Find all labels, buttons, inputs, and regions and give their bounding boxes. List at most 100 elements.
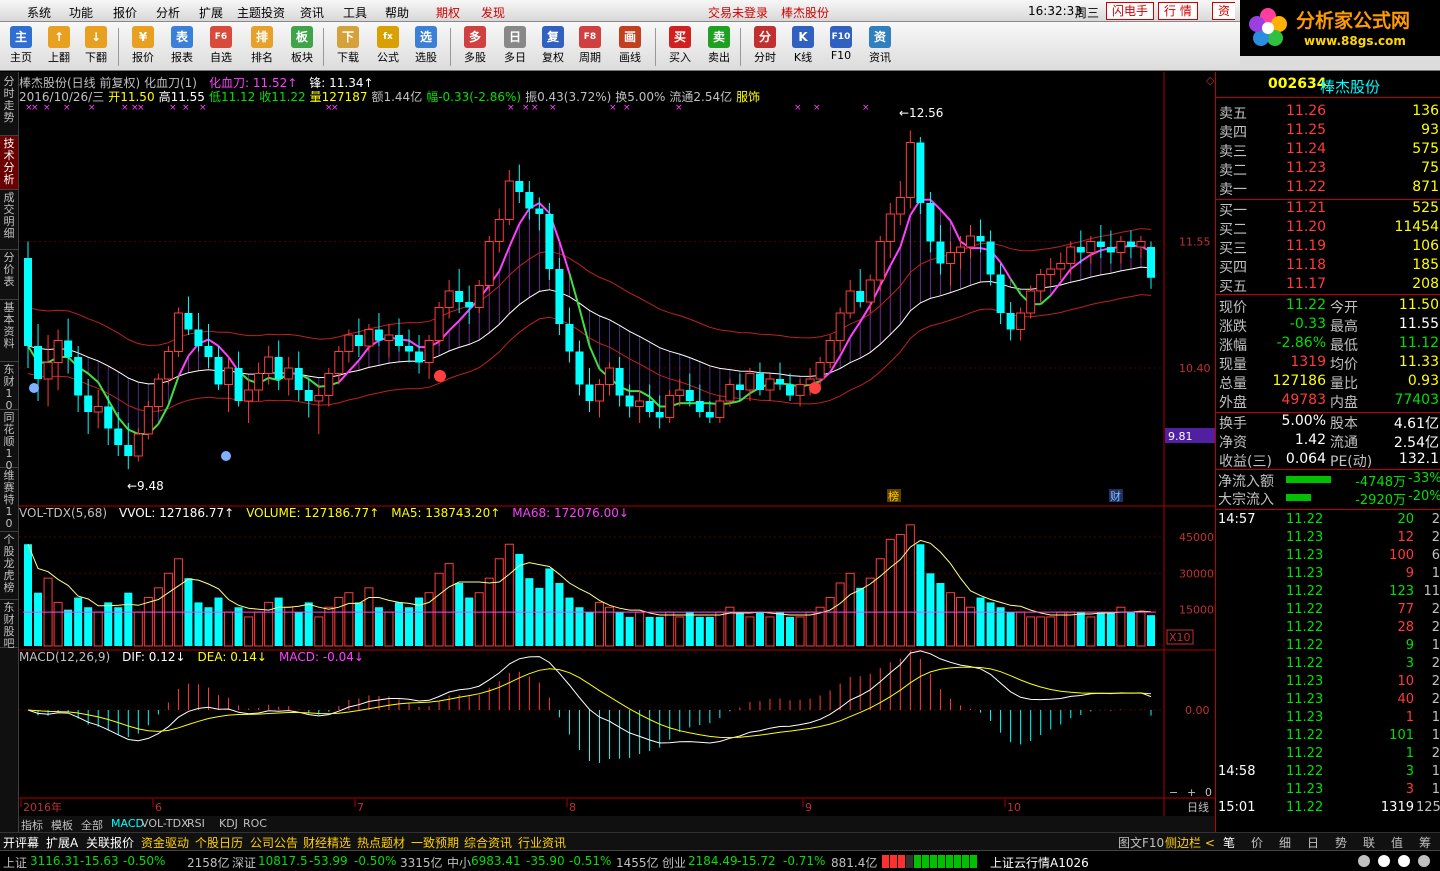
info-tab-8[interactable]: 一致预期 xyxy=(411,834,459,851)
toolbar-button-19[interactable]: K K线 xyxy=(784,24,822,69)
left-tab-9[interactable]: 东财股吧 xyxy=(0,600,18,650)
toolbar-button-15[interactable]: 画画线 xyxy=(611,24,649,69)
toolbar-button-0[interactable]: 主主页 xyxy=(2,24,40,69)
panel-tab-0[interactable]: 笔 xyxy=(1223,834,1235,851)
flash-trade-button[interactable]: 闪电手 xyxy=(1106,2,1155,20)
left-tab-5[interactable]: 东财10 xyxy=(0,362,18,412)
kline-chart[interactable]: ×× × × × × ×× × × × ×× × × × × × × × × × × ←12.56←9.48榜 财11.5… xyxy=(19,72,1215,816)
toolbar-button-18[interactable]: 分分时 xyxy=(746,24,784,69)
period-label[interactable]: 日线 xyxy=(1187,800,1209,814)
info-tab-4[interactable]: 个股日历 xyxy=(195,834,243,851)
toolbar-button-5[interactable]: F6 自选 xyxy=(202,24,240,69)
panel-tab-6[interactable]: 值 xyxy=(1391,834,1403,851)
left-tab-6[interactable]: 同花顺10 xyxy=(0,410,18,472)
toolbar-button-9[interactable]: fx 公式 xyxy=(369,24,407,69)
left-tab-0[interactable]: 分时走势 xyxy=(0,74,18,136)
f10-link[interactable]: 图文F10 xyxy=(1118,834,1164,851)
toolbar-button-2[interactable]: ↓ 下翻 xyxy=(77,24,115,69)
panel-tab-1[interactable]: 价 xyxy=(1251,834,1263,851)
menu-news[interactable]: 资讯 xyxy=(300,4,324,21)
left-tab-2[interactable]: 成交明细 xyxy=(0,190,18,250)
panel-tab-4[interactable]: 势 xyxy=(1335,834,1347,851)
left-tab-1[interactable]: 技术分析 xyxy=(0,136,18,190)
diamond-icon[interactable]: ◇ xyxy=(1206,74,1215,87)
indicator-tab-2[interactable]: 全部 xyxy=(81,817,103,833)
chart-area[interactable]: × × × × × × × × × × × × × × × × × × × × × × × ←12.56 ←9.48 榜财 11.5… xyxy=(19,72,1215,820)
panel-tab-2[interactable]: 细 xyxy=(1279,834,1291,851)
signal-mark: × xyxy=(862,103,870,113)
toolbar-button-13[interactable]: 复复权 xyxy=(534,24,572,69)
toolbar-button-6[interactable]: 排排名 xyxy=(243,24,281,69)
index-pct: -0.71% xyxy=(783,854,826,868)
menu-discover[interactable]: 发现 xyxy=(481,4,505,21)
stat-label: 现价 xyxy=(1219,300,1247,316)
zoom-control-1[interactable]: + xyxy=(1187,786,1196,799)
zoom-control-2[interactable]: 0 xyxy=(1205,786,1212,799)
stat-value: 11.50 xyxy=(1398,297,1439,313)
bid-price: 11.18 xyxy=(1286,257,1327,273)
news-button[interactable]: 资 xyxy=(1212,2,1236,20)
status-icon-0[interactable] xyxy=(1358,855,1370,867)
menu-theme-invest[interactable]: 主题投资 xyxy=(237,4,285,21)
left-tab-4[interactable]: 基本资料 xyxy=(0,300,18,362)
menu-quote[interactable]: 报价 xyxy=(113,4,137,21)
toolbar-button-14[interactable]: F8 周期 xyxy=(571,24,609,69)
zoom-control-0[interactable]: − xyxy=(1169,786,1178,799)
volume-bar xyxy=(173,558,183,647)
flow-bar xyxy=(1286,494,1311,501)
info-tab-3[interactable]: 资金驱动 xyxy=(141,834,189,851)
toolbar-label: 画线 xyxy=(619,51,641,64)
left-tab-8[interactable]: 个股龙虎榜 xyxy=(0,532,18,600)
quote-button[interactable]: 行 情 xyxy=(1158,2,1198,20)
toolbar-button-4[interactable]: 表报表 xyxy=(163,24,201,69)
volume-bar xyxy=(133,611,143,647)
panel-tab-7[interactable]: 筹 xyxy=(1419,834,1431,851)
left-tab-3[interactable]: 分价表 xyxy=(0,250,18,300)
sidebar-toggle[interactable]: 侧边栏 < xyxy=(1165,834,1215,851)
toolbar-button-7[interactable]: 板板块 xyxy=(283,24,321,69)
indicator-tab-5[interactable]: RSI xyxy=(187,817,205,830)
candle xyxy=(163,351,173,380)
cloud-quote-label: 上证云行情A1026 xyxy=(990,856,1089,870)
menu-options[interactable]: 期权 xyxy=(436,4,460,21)
indicator-tab-6[interactable]: KDJ xyxy=(219,817,238,830)
toolbar-button-17[interactable]: 卖卖出 xyxy=(700,24,738,69)
toolbar-button-12[interactable]: 日多日 xyxy=(496,24,534,69)
indicator-tab-1[interactable]: 模板 xyxy=(51,817,73,833)
indicator-tab-7[interactable]: ROC xyxy=(243,817,267,830)
trade-login-status[interactable]: 交易未登录 xyxy=(708,4,768,21)
info-tab-10[interactable]: 行业资讯 xyxy=(518,834,566,851)
info-tab-0[interactable]: 开评幕 xyxy=(3,834,39,851)
status-icon-3[interactable] xyxy=(1418,855,1430,867)
status-icon-2[interactable] xyxy=(1398,855,1410,867)
info-tab-1[interactable]: 扩展A xyxy=(46,834,78,851)
indicator-tab-3[interactable]: MACD xyxy=(111,817,144,830)
panel-tab-3[interactable]: 日 xyxy=(1307,834,1319,851)
menu-extend[interactable]: 扩展 xyxy=(199,4,223,21)
menu-help[interactable]: 帮助 xyxy=(385,4,409,21)
left-tab-7[interactable]: 维赛特10 xyxy=(0,468,18,532)
info-tab-7[interactable]: 热点题材 xyxy=(357,834,405,851)
toolbar-button-8[interactable]: 下下载 xyxy=(329,24,367,69)
indicator-tab-0[interactable]: 指标 xyxy=(21,817,43,833)
info-tab-9[interactable]: 综合资讯 xyxy=(464,834,512,851)
status-icon-1[interactable] xyxy=(1378,855,1390,867)
candle xyxy=(815,362,825,380)
menu-analysis[interactable]: 分析 xyxy=(156,4,180,21)
toolbar-button-3[interactable]: ¥ 报价 xyxy=(124,24,162,69)
info-tab-2[interactable]: 关联报价 xyxy=(86,834,134,851)
menu-tools[interactable]: 工具 xyxy=(343,4,367,21)
menu-function[interactable]: 功能 xyxy=(69,4,93,21)
indicator-tabs: 指标 模板 全部 MACD VOL-TDX RSI KDJ ROC xyxy=(19,816,1215,832)
toolbar-button-10[interactable]: 选选股 xyxy=(407,24,445,69)
toolbar-button-11[interactable]: 多多股 xyxy=(456,24,494,69)
indicator-tab-4[interactable]: VOL-TDX xyxy=(141,817,189,830)
menu-system[interactable]: 系统 xyxy=(27,4,51,21)
info-tab-6[interactable]: 财经精选 xyxy=(303,834,351,851)
toolbar-button-16[interactable]: 买买入 xyxy=(661,24,699,69)
panel-tab-5[interactable]: 联 xyxy=(1363,834,1375,851)
toolbar-button-21[interactable]: 资资讯 xyxy=(861,24,899,69)
info-tab-5[interactable]: 公司公告 xyxy=(250,834,298,851)
toolbar-button-1[interactable]: ↑ 上翻 xyxy=(40,24,78,69)
toolbar-button-20[interactable]: F10 F10 xyxy=(822,24,860,69)
